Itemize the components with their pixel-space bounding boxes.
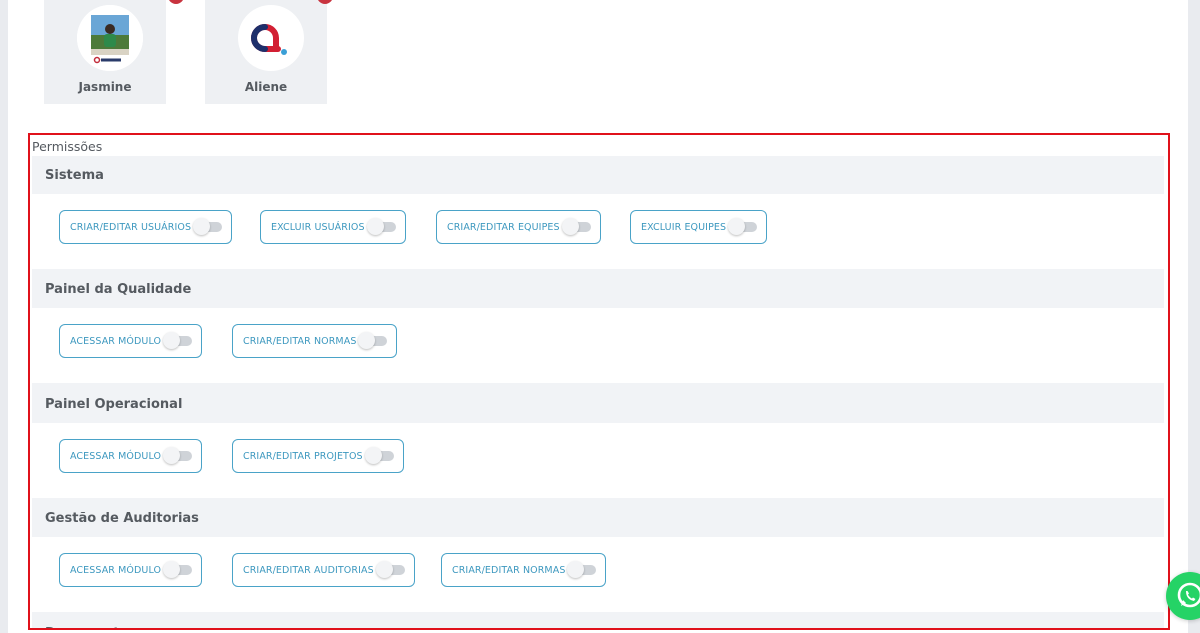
permission-toggle-excluir-usuarios[interactable]: EXCLUIR USUÁRIOS [260,210,406,244]
toggle-knob [375,561,393,578]
permission-label: ACESSAR MÓDULO [70,335,162,347]
remove-member-badge[interactable] [317,0,333,4]
permission-toggle-acessar-modulo[interactable]: ACESSAR MÓDULO [59,439,203,473]
permissions-title: Permissões [32,139,103,154]
toggle-knob [358,332,376,349]
permission-section-gestao-auditorias: Gestão de Auditorias ACESSAR MÓDULO CRIA… [32,499,1164,614]
permission-label: EXCLUIR USUÁRIOS [271,221,365,233]
permission-label: CRIAR/EDITAR NORMAS [243,335,357,347]
section-body: CRIAR/EDITAR USUÁRIOS EXCLUIR USUÁRIOS C… [32,194,1164,271]
jasmine-avatar-photo-icon [77,5,143,71]
toggle-switch[interactable] [366,218,396,235]
section-body: ACESSAR MÓDULO CRIAR/EDITAR PROJETOS [32,423,1164,500]
toggle-switch[interactable] [364,447,394,464]
toggle-knob [193,218,211,235]
toggle-knob [163,332,181,349]
permission-label: CRIAR/EDITAR USUÁRIOS [70,221,192,233]
permission-section-sistema: Sistema CRIAR/EDITAR USUÁRIOS EXCLUIR US… [32,156,1164,271]
toggle-switch[interactable] [193,218,223,235]
member-name: Jasmine [78,80,132,94]
member-name: Aliene [244,80,288,94]
permission-toggle-criar-editar-normas[interactable]: CRIAR/EDITAR NORMAS [232,324,398,358]
toggle-knob [567,561,585,578]
section-title: Gestão de Auditorias [32,499,1164,537]
avatar [238,5,304,71]
whatsapp-chat-button[interactable] [1166,572,1200,620]
toggle-knob [163,561,181,578]
permission-label: ACESSAR MÓDULO [70,450,162,462]
permission-label: ACESSAR MÓDULO [70,564,162,576]
toggle-knob [728,218,746,235]
remove-member-badge[interactable] [168,0,184,4]
permission-section-painel-operacional: Painel Operacional ACESSAR MÓDULO CRIAR/… [32,385,1164,500]
permission-toggle-criar-editar-auditorias[interactable]: CRIAR/EDITAR AUDITORIAS [232,553,415,587]
section-title: Documentos [32,614,1164,628]
permission-label: CRIAR/EDITAR AUDITORIAS [243,564,374,576]
toggle-switch[interactable] [358,332,388,349]
toggle-switch[interactable] [163,447,193,464]
section-title: Painel Operacional [32,385,1164,423]
permissions-panel: Permissões Sistema CRIAR/EDITAR USUÁRIOS… [28,133,1170,630]
whatsapp-icon [1177,582,1200,608]
permission-toggle-acessar-modulo[interactable]: ACESSAR MÓDULO [59,324,203,358]
permission-toggle-criar-editar-projetos[interactable]: CRIAR/EDITAR PROJETOS [232,439,404,473]
permission-label: CRIAR/EDITAR EQUIPES [447,221,560,233]
toggle-knob [366,218,384,235]
section-body: ACESSAR MÓDULO CRIAR/EDITAR AUDITORIAS C… [32,537,1164,614]
avatar [77,5,143,71]
permission-toggle-criar-editar-normas[interactable]: CRIAR/EDITAR NORMAS [441,553,607,587]
toggle-switch[interactable] [375,561,405,578]
permission-toggle-criar-editar-usuarios[interactable]: CRIAR/EDITAR USUÁRIOS [59,210,233,244]
company-logo-icon [251,24,287,55]
permission-toggle-acessar-modulo[interactable]: ACESSAR MÓDULO [59,553,203,587]
toggle-knob [364,447,382,464]
permission-toggle-excluir-equipes[interactable]: EXCLUIR EQUIPES [630,210,768,244]
team-member-aliene[interactable]: Aliene [205,0,333,104]
toggle-switch[interactable] [567,561,597,578]
permission-section-painel-qualidade: Painel da Qualidade ACESSAR MÓDULO CRIAR… [32,270,1164,385]
toggle-switch[interactable] [728,218,758,235]
team-member-jasmine[interactable]: Jasmine [44,0,184,104]
permission-label: CRIAR/EDITAR NORMAS [452,564,566,576]
team-panel: Jasmine Aliene Permissões Sistema CRIAR/… [8,0,1188,633]
toggle-knob [163,447,181,464]
section-title: Painel da Qualidade [32,270,1164,308]
section-title: Sistema [32,156,1164,194]
section-body: ACESSAR MÓDULO CRIAR/EDITAR NORMAS [32,308,1164,385]
toggle-switch[interactable] [163,561,193,578]
permission-toggle-criar-editar-equipes[interactable]: CRIAR/EDITAR EQUIPES [436,210,601,244]
permission-label: CRIAR/EDITAR PROJETOS [243,450,363,462]
permission-section-documentos: Documentos [32,614,1164,628]
permission-label: EXCLUIR EQUIPES [641,221,727,233]
toggle-knob [561,218,579,235]
toggle-switch[interactable] [163,332,193,349]
toggle-switch[interactable] [561,218,591,235]
